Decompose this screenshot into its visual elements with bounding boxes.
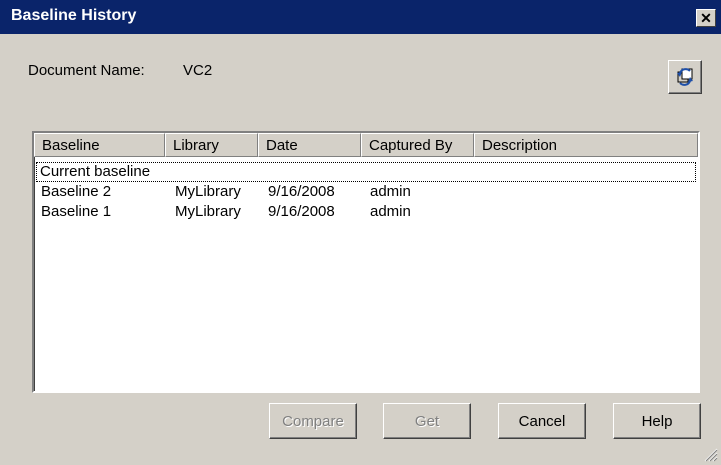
- window-title: Baseline History: [11, 7, 137, 24]
- document-name-value: VC2: [183, 62, 213, 79]
- compare-button[interactable]: Compare: [269, 403, 357, 439]
- column-header-library[interactable]: Library: [165, 133, 258, 157]
- close-button[interactable]: ✕: [696, 9, 716, 27]
- list-item[interactable]: Current baseline: [36, 162, 696, 182]
- refresh-button[interactable]: [668, 60, 702, 94]
- list-item[interactable]: Baseline 2 MyLibrary 9/16/2008 admin: [36, 182, 696, 202]
- cell-captured-by: admin: [370, 203, 411, 220]
- column-header-baseline[interactable]: Baseline: [34, 133, 165, 157]
- cell-baseline: Baseline 1: [41, 203, 112, 220]
- cell-library: MyLibrary: [175, 183, 241, 200]
- column-header-description[interactable]: Description: [474, 133, 698, 157]
- document-name-label: Document Name:: [28, 62, 145, 79]
- cell-date: 9/16/2008: [268, 183, 335, 200]
- help-button[interactable]: Help: [613, 403, 701, 439]
- cell-date: 9/16/2008: [268, 203, 335, 220]
- title-bar[interactable]: Baseline History ✕: [0, 0, 721, 34]
- cell-captured-by: admin: [370, 183, 411, 200]
- list-header: Baseline Library Date Captured By Descri…: [34, 133, 698, 157]
- baseline-list[interactable]: Baseline Library Date Captured By Descri…: [32, 131, 700, 393]
- baseline-history-dialog: Baseline History ✕ Document Name: VC2 Ba…: [0, 0, 721, 465]
- cell-baseline: Current baseline: [40, 163, 151, 180]
- column-header-date[interactable]: Date: [258, 133, 361, 157]
- cell-baseline: Baseline 2: [41, 183, 112, 200]
- cell-library: MyLibrary: [175, 203, 241, 220]
- resize-grip-icon[interactable]: [702, 446, 718, 462]
- list-item[interactable]: Baseline 1 MyLibrary 9/16/2008 admin: [36, 202, 696, 222]
- refresh-icon: [677, 68, 693, 86]
- get-button[interactable]: Get: [383, 403, 471, 439]
- cancel-button[interactable]: Cancel: [498, 403, 586, 439]
- column-header-captured-by[interactable]: Captured By: [361, 133, 474, 157]
- close-icon: ✕: [700, 10, 712, 26]
